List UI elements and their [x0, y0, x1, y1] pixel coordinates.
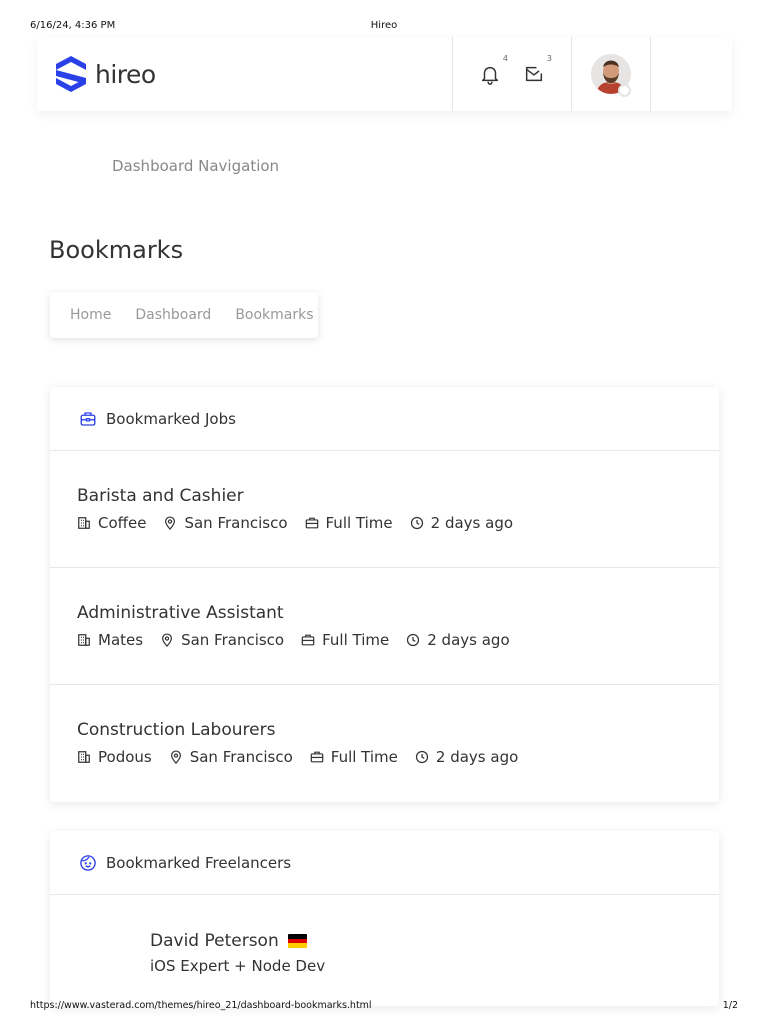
map-pin-icon [170, 750, 181, 764]
notifications-count: 4 [502, 54, 508, 63]
freelancer-name-link[interactable]: David Peterson [150, 931, 719, 951]
job-type: Full Time [310, 748, 398, 766]
page-title: Bookmarks [49, 236, 184, 264]
breadcrumb-dashboard[interactable]: Dashboard [135, 307, 211, 323]
job-posted: 2 days ago [415, 748, 518, 766]
breadcrumb: Home Dashboard Bookmarks [50, 292, 318, 338]
bookmarked-jobs-header: Bookmarked Jobs [50, 387, 719, 451]
job-listing: Construction Labourers Podous San Franci… [50, 685, 719, 802]
notifications-button[interactable]: 4 [479, 54, 508, 85]
job-company: Mates [77, 631, 143, 649]
briefcase-icon [305, 517, 318, 529]
building-icon [78, 634, 90, 646]
print-page-number: 1/2 [722, 1000, 738, 1011]
print-header: 6/16/24, 4:36 PM Hireo [0, 0, 768, 36]
breadcrumb-bookmarks: Bookmarks [235, 307, 314, 323]
messages-count: 3 [546, 54, 552, 63]
job-title-link[interactable]: Administrative Assistant [77, 603, 719, 623]
job-posted: 2 days ago [406, 631, 510, 649]
map-pin-icon [165, 516, 176, 530]
briefcase-icon [310, 751, 324, 763]
job-meta: Coffee San Francisco Full Time 2 days ag… [77, 514, 719, 532]
hireo-logo-icon [56, 56, 86, 92]
freelancer-item: David Peterson iOS Expert + Node Dev [50, 895, 719, 995]
germany-flag-icon [287, 934, 307, 948]
job-type: Full Time [301, 631, 389, 649]
building-icon [78, 517, 90, 529]
job-title-link[interactable]: Construction Labourers [77, 720, 719, 740]
bookmarked-freelancers-title: Bookmarked Freelancers [106, 853, 292, 872]
logo-text: hireo [95, 59, 156, 89]
print-url: https://www.vasterad.com/themes/hireo_21… [30, 1000, 372, 1011]
bookmarked-jobs-title: Bookmarked Jobs [106, 409, 236, 428]
job-meta: Podous San Francisco Full Time 2 days ag… [77, 748, 719, 766]
top-header: hireo 4 3 [37, 37, 732, 111]
user-menu [572, 37, 650, 111]
face-icon [80, 854, 96, 871]
job-listing: Barista and Cashier Coffee San Francisco… [50, 451, 719, 568]
clock-icon [415, 750, 429, 764]
job-posted: 2 days ago [410, 514, 513, 532]
print-page-title: Hireo [370, 20, 398, 31]
job-location: San Francisco [160, 631, 284, 649]
job-listing: Administrative Assistant Mates San Franc… [50, 568, 719, 685]
clock-icon [407, 633, 420, 647]
user-status-dot [618, 84, 631, 97]
bookmarked-jobs-card: Bookmarked Jobs Barista and Cashier Coff… [50, 387, 719, 802]
print-footer: https://www.vasterad.com/themes/hireo_21… [0, 988, 768, 1024]
messages-button[interactable]: 3 [523, 54, 552, 85]
map-pin-icon [162, 633, 173, 647]
job-company: Coffee [77, 514, 146, 532]
clock-icon [410, 516, 423, 530]
bookmarked-freelancers-card: Bookmarked Freelancers David Peterson iO… [50, 831, 719, 1006]
logo[interactable]: hireo [37, 37, 452, 111]
dashboard-navigation-toggle[interactable]: Dashboard Navigation [112, 157, 279, 175]
job-meta: Mates San Francisco Full Time 2 days ago [77, 631, 719, 649]
job-type: Full Time [305, 514, 393, 532]
building-icon [78, 751, 90, 763]
freelancer-role: iOS Expert + Node Dev [150, 957, 326, 975]
breadcrumb-home[interactable]: Home [70, 307, 111, 323]
bell-icon [481, 66, 499, 85]
header-icons: 4 3 [453, 37, 571, 111]
job-company: Podous [77, 748, 152, 766]
job-location: San Francisco [169, 748, 293, 766]
job-title-link[interactable]: Barista and Cashier [77, 486, 719, 506]
job-location: San Francisco [163, 514, 288, 532]
bookmarked-freelancers-header: Bookmarked Freelancers [50, 831, 719, 895]
envelope-icon [525, 66, 543, 82]
briefcase-icon [80, 411, 96, 426]
briefcase-icon [301, 634, 315, 646]
